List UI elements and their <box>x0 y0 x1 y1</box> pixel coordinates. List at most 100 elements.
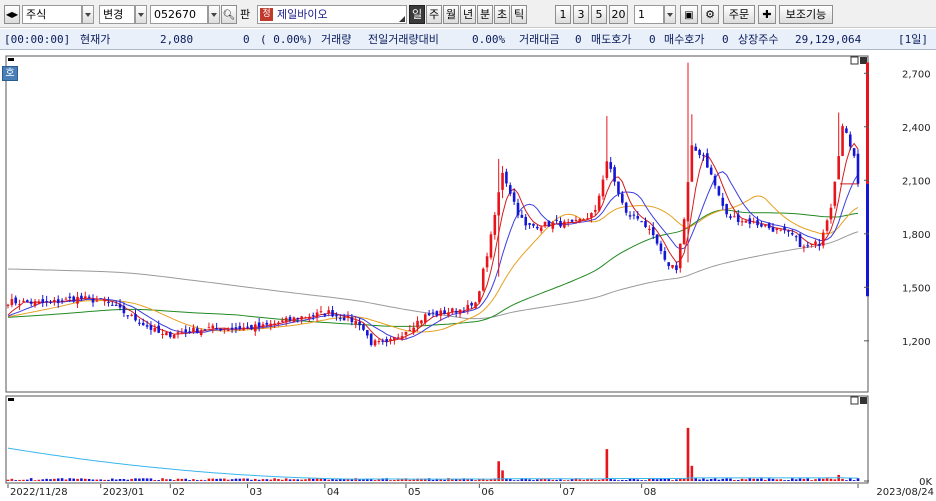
close-icon[interactable] <box>860 397 867 404</box>
volume-bar <box>721 478 725 481</box>
volume-bar <box>114 479 118 481</box>
candle-body <box>304 317 307 319</box>
period-tab-5[interactable]: 초 <box>494 5 510 24</box>
candle-body <box>412 327 415 333</box>
volume-bar <box>845 480 848 481</box>
change-select[interactable]: 변경 <box>99 5 135 24</box>
candle-body <box>458 309 462 315</box>
count-dropdown-icon[interactable] <box>664 5 676 24</box>
maximize-icon[interactable] <box>850 56 859 65</box>
price-panel-marker <box>8 58 14 61</box>
candle-body <box>478 291 481 303</box>
save-button[interactable]: ▣ <box>680 5 698 24</box>
volume-bar <box>763 479 767 481</box>
volume-bar <box>389 480 392 481</box>
candle-body <box>439 310 443 316</box>
candle-body <box>520 215 524 218</box>
n-button-3[interactable]: 3 <box>573 5 589 24</box>
candle-body <box>752 221 755 223</box>
candle-body <box>346 315 350 318</box>
candle-body <box>775 228 779 230</box>
candle-body <box>787 230 790 232</box>
candle-body <box>416 320 419 328</box>
volume-bar <box>304 479 307 481</box>
volume-bar <box>733 479 736 481</box>
stock-chart[interactable]: 2,7002,4002,1001,8001,5001,20018,000K9,0… <box>0 51 936 498</box>
nav-arrows-button[interactable]: ◀▶ <box>4 5 20 24</box>
volume-bar <box>257 479 261 481</box>
code-dropdown-icon[interactable] <box>208 5 220 24</box>
side-quote-button[interactable]: 호 <box>2 66 18 81</box>
volume-bar <box>292 479 296 481</box>
aux-function-button[interactable]: 보조기능 <box>779 5 833 24</box>
volume-bar <box>22 479 25 481</box>
volume-bar <box>512 480 516 481</box>
candle-body <box>381 340 385 342</box>
volume-bar <box>408 479 412 481</box>
volume-bar <box>636 479 640 481</box>
candle-body <box>725 204 728 215</box>
volume-bar <box>810 480 813 481</box>
candle-body <box>779 229 783 231</box>
candle-body <box>153 328 157 332</box>
volume-bar <box>6 479 10 481</box>
candle-body <box>702 154 705 156</box>
change-pct: ( 0.00%) <box>260 33 313 46</box>
maximize-icon[interactable] <box>850 396 859 405</box>
order-button[interactable]: 주문 <box>723 5 755 24</box>
candle-body <box>841 126 844 156</box>
volume-bar <box>736 480 740 481</box>
market-select[interactable]: 주식 <box>22 5 82 24</box>
chart-area[interactable]: 2,7002,4002,1001,8001,5001,20018,000K9,0… <box>0 51 936 498</box>
volume-bar <box>103 479 106 481</box>
change-dropdown-icon[interactable] <box>135 5 147 24</box>
candle-body <box>184 329 188 332</box>
volume-bar <box>250 479 253 481</box>
period-tab-4[interactable]: 분 <box>477 5 493 24</box>
volume-bar <box>211 478 215 481</box>
candle-body <box>83 296 87 299</box>
candle-body <box>400 336 404 340</box>
period-tab-6[interactable]: 틱 <box>511 5 527 24</box>
volume-bar <box>68 478 72 481</box>
candle-body <box>783 226 786 231</box>
candle-body <box>331 310 334 317</box>
volume-bar <box>99 479 103 481</box>
period-tab-1[interactable]: 주 <box>426 5 442 24</box>
n-button-1[interactable]: 1 <box>555 5 571 24</box>
candle-body <box>474 302 477 309</box>
crosshair-button[interactable]: ✚ <box>758 5 776 24</box>
candle-body <box>246 326 249 328</box>
count-input[interactable]: 1 <box>634 5 664 24</box>
close-icon[interactable] <box>860 57 867 64</box>
candle-body <box>717 186 721 196</box>
settings-button[interactable]: ⚙ <box>701 5 719 24</box>
period-tab-0[interactable]: 일 <box>409 5 425 24</box>
volume-bar <box>284 478 288 481</box>
volume-bar <box>686 427 690 481</box>
candle-body <box>126 315 130 317</box>
n-button-5[interactable]: 5 <box>591 5 607 24</box>
volume-bar <box>833 479 837 481</box>
candle-body <box>651 227 655 236</box>
candle-body <box>60 300 64 302</box>
stock-name-box[interactable]: 정 제일바이오 <box>257 5 407 24</box>
search-button[interactable]: 🔍︎ <box>221 5 237 24</box>
period-tab-2[interactable]: 월 <box>443 5 459 24</box>
volume-bar <box>145 478 149 481</box>
candle-body <box>250 324 253 329</box>
candle-body <box>447 312 450 316</box>
n-button-20[interactable]: 20 <box>609 5 628 24</box>
volume-bar <box>659 478 663 481</box>
volume-bar <box>748 478 752 481</box>
candle-body <box>582 219 585 221</box>
time-axis-label: 06 <box>481 487 494 498</box>
market-dropdown-icon[interactable] <box>82 5 94 24</box>
period-tab-3[interactable]: 년 <box>460 5 476 24</box>
candle-body <box>536 226 539 229</box>
candle-body <box>203 329 207 331</box>
volume-bar <box>242 478 245 481</box>
stock-code-input[interactable]: 052670 <box>150 5 208 24</box>
volume-bar <box>651 479 655 481</box>
volume-bar <box>296 479 300 481</box>
